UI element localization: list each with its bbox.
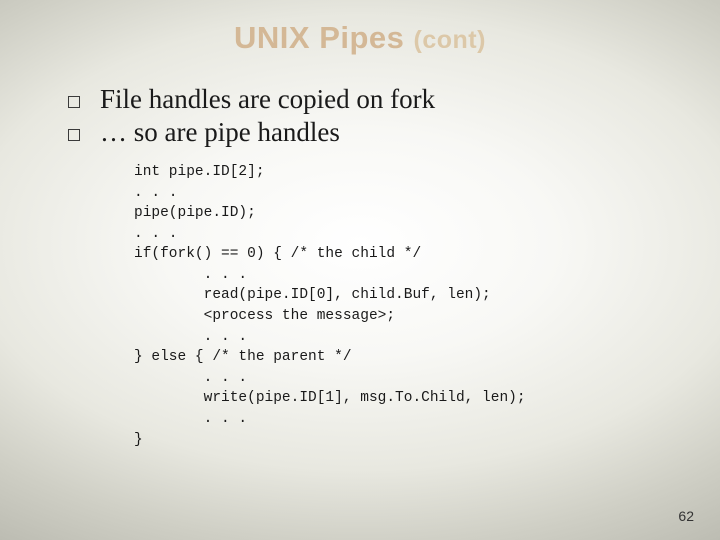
page-number: 62: [678, 508, 694, 524]
bullet-text: File handles are copied on fork: [100, 84, 435, 115]
slide: UNIX Pipes (cont) File handles are copie…: [0, 0, 720, 540]
title-main: UNIX Pipes: [234, 20, 414, 55]
bullet-list: File handles are copied on fork … so are…: [68, 84, 680, 148]
title-cont: (cont): [414, 26, 486, 54]
square-bullet-icon: [68, 129, 80, 141]
slide-title: UNIX Pipes (cont): [40, 20, 680, 56]
list-item: … so are pipe handles: [68, 117, 680, 148]
bullet-text: … so are pipe handles: [100, 117, 340, 148]
square-bullet-icon: [68, 96, 80, 108]
code-block: int pipe.ID[2]; . . . pipe(pipe.ID); . .…: [134, 162, 680, 450]
list-item: File handles are copied on fork: [68, 84, 680, 115]
